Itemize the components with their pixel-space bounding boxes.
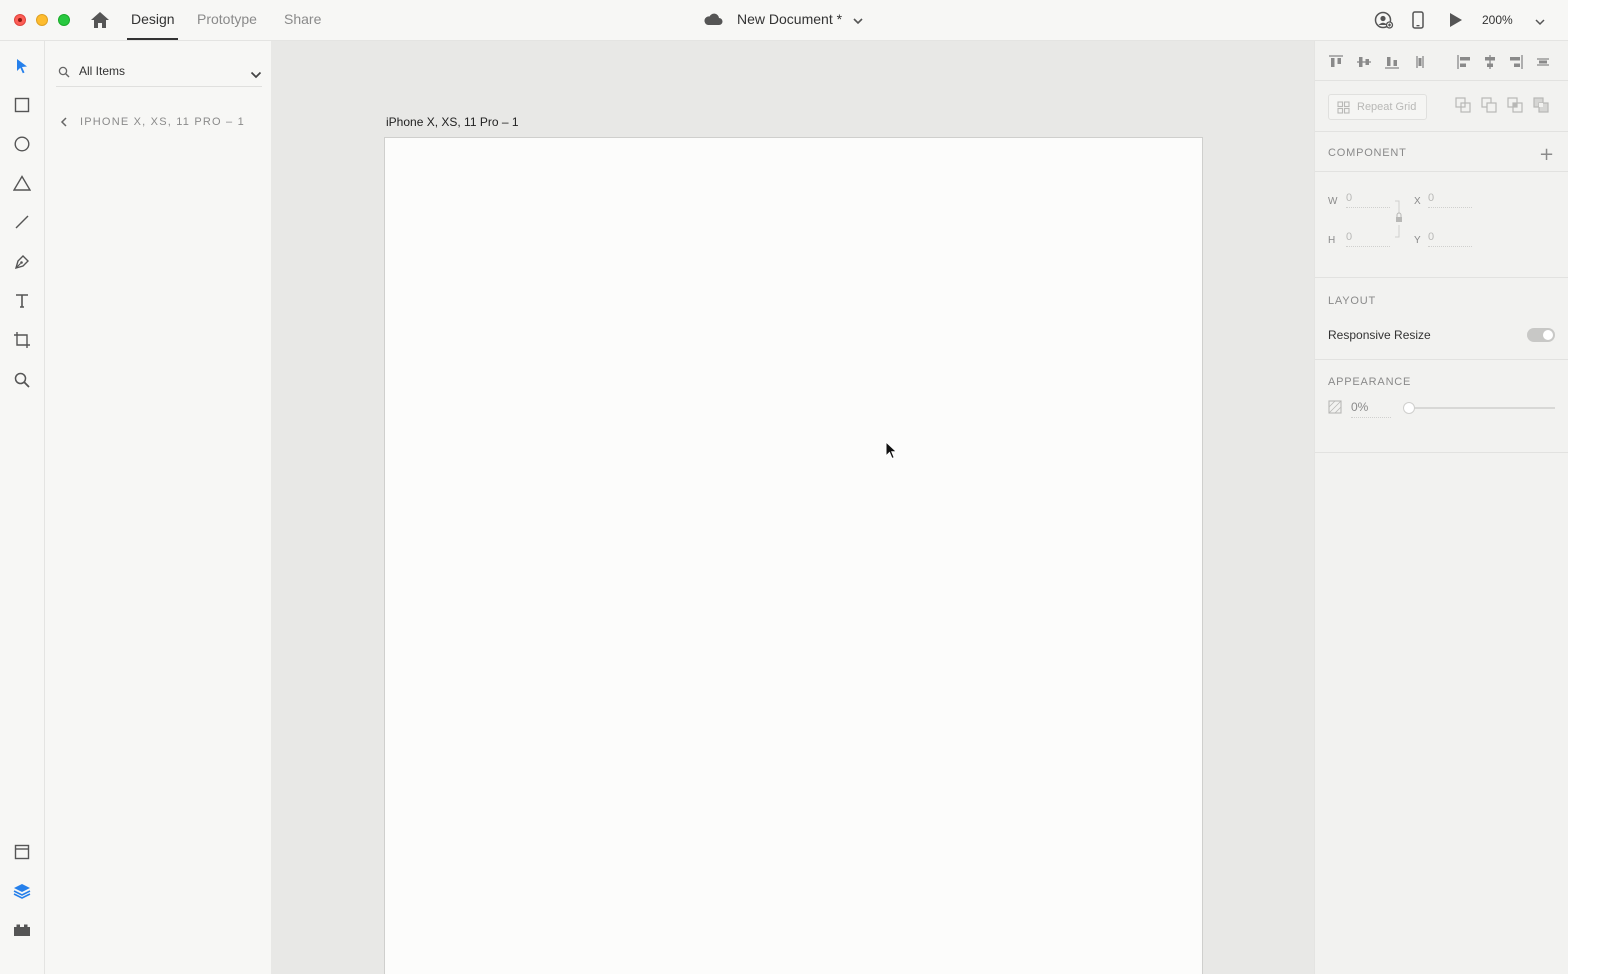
opacity-field[interactable]: 0% (1351, 400, 1391, 418)
repeat-grid-icon (1337, 101, 1350, 119)
search-icon (58, 65, 70, 83)
assets-icon[interactable] (12, 842, 32, 862)
x-field[interactable]: 0 (1428, 192, 1472, 208)
tab-share[interactable]: Share (284, 11, 321, 27)
chevron-down-icon[interactable] (852, 14, 864, 32)
property-inspector: Repeat Grid COMPONENT + W 0 H 0 X 0 Y 0 … (1314, 41, 1568, 974)
boolean-add-icon[interactable] (1455, 97, 1471, 118)
xd-app-window: Design Prototype Share New Document * 20… (0, 0, 1568, 974)
design-canvas[interactable]: iPhone X, XS, 11 Pro – 1 (271, 41, 1314, 974)
responsive-resize-toggle[interactable] (1527, 328, 1555, 342)
ellipse-icon[interactable] (12, 134, 32, 154)
align-center-icon[interactable] (1482, 54, 1498, 70)
y-label: Y (1414, 235, 1421, 246)
appearance-section-title: APPEARANCE (1328, 376, 1412, 388)
tab-prototype[interactable]: Prototype (197, 11, 257, 27)
boolean-exclude-icon[interactable] (1533, 97, 1549, 118)
layout-section-title: LAYOUT (1328, 295, 1376, 307)
distribute-horizontal-icon[interactable] (1535, 54, 1551, 70)
repeat-grid-button[interactable]: Repeat Grid (1328, 94, 1427, 120)
opacity-slider-knob[interactable] (1403, 402, 1415, 414)
back-chevron-icon[interactable] (59, 115, 69, 133)
zoom-chevron-down-icon[interactable] (1534, 15, 1546, 33)
component-section-title: COMPONENT (1328, 147, 1407, 159)
align-section (1315, 41, 1568, 81)
repeat-grid-label: Repeat Grid (1357, 101, 1417, 113)
distribute-vertical-icon[interactable] (1412, 54, 1428, 70)
zoom-icon[interactable] (12, 370, 32, 390)
play-icon[interactable] (1449, 12, 1463, 33)
responsive-resize-label: Responsive Resize (1328, 328, 1431, 342)
outside-window-area (1568, 0, 1600, 974)
plugins-icon[interactable] (12, 920, 32, 940)
title-bar: Design Prototype Share New Document * 20… (0, 0, 1568, 41)
height-label: H (1328, 235, 1336, 246)
layout-section: LAYOUT Responsive Resize (1315, 278, 1568, 360)
polygon-icon[interactable] (12, 173, 32, 193)
y-field[interactable]: 0 (1428, 231, 1472, 247)
align-top-icon[interactable] (1328, 54, 1344, 70)
artboard-name[interactable]: iPhone X, XS, 11 Pro – 1 (386, 115, 519, 129)
tool-rail (0, 41, 45, 974)
layers-icon[interactable] (12, 881, 32, 901)
height-field[interactable]: 0 (1346, 231, 1390, 247)
rectangle-icon[interactable] (12, 95, 32, 115)
align-middle-icon[interactable] (1356, 54, 1372, 70)
artboard[interactable] (384, 137, 1203, 974)
repeat-grid-section: Repeat Grid (1315, 81, 1568, 132)
align-bottom-icon[interactable] (1384, 54, 1400, 70)
filter-chevron-down-icon[interactable] (250, 67, 262, 85)
cloud-icon (703, 12, 723, 31)
tab-design[interactable]: Design (131, 11, 175, 27)
text-icon[interactable] (12, 291, 32, 311)
align-left-icon[interactable] (1456, 54, 1472, 70)
layers-panel: IPHONE X, XS, 11 PRO – 1 (46, 41, 271, 974)
artboard-icon[interactable] (12, 330, 32, 350)
opacity-icon (1328, 400, 1342, 419)
close-window-button[interactable] (14, 14, 26, 26)
search-input[interactable] (79, 64, 239, 78)
x-label: X (1414, 196, 1421, 207)
add-component-button[interactable]: + (1539, 144, 1554, 165)
layer-breadcrumb[interactable]: IPHONE X, XS, 11 PRO – 1 (80, 116, 245, 128)
select-icon[interactable] (12, 56, 32, 76)
aspect-lock-icon[interactable] (1393, 199, 1405, 244)
zoom-level-field[interactable]: 200% (1482, 13, 1513, 27)
line-icon[interactable] (12, 212, 32, 232)
component-section: COMPONENT + (1315, 132, 1568, 172)
search-row (56, 59, 262, 87)
appearance-section: APPEARANCE 0% (1315, 360, 1568, 453)
pen-icon[interactable] (12, 252, 32, 272)
minimize-window-button[interactable] (36, 14, 48, 26)
zoom-window-button[interactable] (58, 14, 70, 26)
mobile-device-icon[interactable] (1412, 11, 1424, 34)
home-icon[interactable] (90, 11, 110, 29)
width-field[interactable]: 0 (1346, 192, 1390, 208)
mouse-cursor-icon (885, 440, 899, 466)
share-user-icon[interactable] (1374, 11, 1394, 34)
boolean-intersect-icon[interactable] (1507, 97, 1523, 118)
opacity-slider-track[interactable] (1403, 402, 1555, 414)
dimensions-section: W 0 H 0 X 0 Y 0 (1315, 172, 1568, 278)
width-label: W (1328, 196, 1338, 207)
document-title[interactable]: New Document * (737, 11, 842, 27)
boolean-subtract-icon[interactable] (1481, 97, 1497, 118)
active-tab-indicator (127, 38, 178, 40)
align-right-icon[interactable] (1508, 54, 1524, 70)
